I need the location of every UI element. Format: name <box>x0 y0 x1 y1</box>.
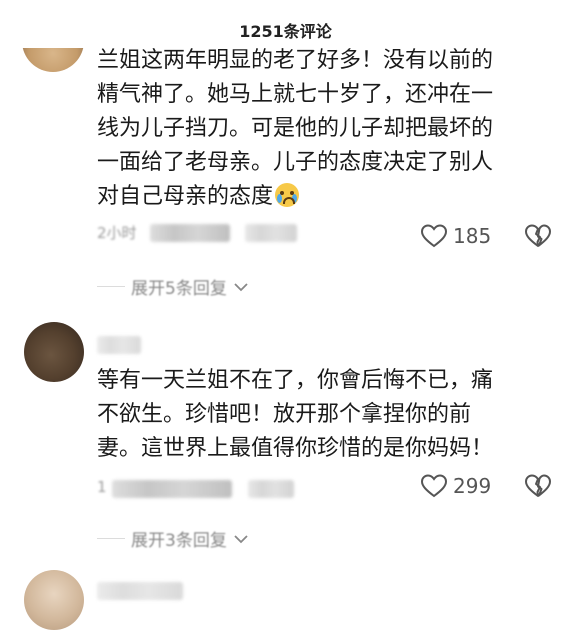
blurred-username <box>97 582 183 600</box>
divider-line <box>97 538 125 539</box>
comment-line: 线为儿子挡刀。可是他的儿子却把最坏的 <box>97 116 494 141</box>
comment-text: 兰姐这两年明显的老了好多！没有以前的 精气神了。她马上就七十岁了，还冲在一 线为… <box>97 44 547 214</box>
broken-heart-icon[interactable] <box>525 224 551 248</box>
comment-line: 妻。這世界上最值得你珍惜的是你妈妈！ <box>97 436 494 461</box>
avatar[interactable] <box>24 322 84 382</box>
crying-face-icon <box>275 183 300 207</box>
heart-icon <box>421 224 447 248</box>
comment-line: 一面给了老母亲。儿子的态度决定了别人 <box>97 150 494 175</box>
comment-timestamp: 1 <box>97 478 107 496</box>
page-title: 1251条评论 <box>239 22 332 41</box>
avatar[interactable] <box>24 570 84 630</box>
blurred-meta <box>112 480 232 498</box>
expand-replies-label: 展开5条回复 <box>131 279 227 299</box>
expand-replies-button[interactable]: 展开3条回复 <box>97 526 249 551</box>
blurred-meta <box>248 480 294 498</box>
comment-timestamp: 2小时 <box>97 224 137 242</box>
comment-line: 等有一天兰姐不在了，你會后悔不已，痛 <box>97 368 494 393</box>
heart-icon <box>421 474 447 498</box>
expand-replies-button[interactable]: 展开5条回复 <box>97 274 249 299</box>
comment-line: 不欲生。珍惜吧！放开那个拿捏你的前 <box>97 402 472 427</box>
expand-replies-label: 展开3条回复 <box>131 531 227 551</box>
comment-line-last: 对自己母亲的态度 <box>97 180 547 214</box>
like-count: 299 <box>453 474 492 498</box>
comment-line: 兰姐这两年明显的老了好多！没有以前的 <box>97 48 494 73</box>
blurred-meta <box>245 224 297 242</box>
divider-line <box>97 286 125 287</box>
broken-heart-icon[interactable] <box>525 474 551 498</box>
comment-line: 对自己母亲的态度 <box>97 184 274 209</box>
comment-text: 等有一天兰姐不在了，你會后悔不已，痛 不欲生。珍惜吧！放开那个拿捏你的前 妻。這… <box>97 364 547 466</box>
chevron-down-icon <box>233 533 249 545</box>
blurred-username <box>97 336 141 354</box>
blurred-meta <box>150 224 230 242</box>
comment-line: 精气神了。她马上就七十岁了，还冲在一 <box>97 82 494 107</box>
chevron-down-icon <box>233 281 249 293</box>
like-button[interactable]: 299 <box>421 474 491 498</box>
like-count: 185 <box>453 224 492 248</box>
like-button[interactable]: 185 <box>421 224 491 248</box>
